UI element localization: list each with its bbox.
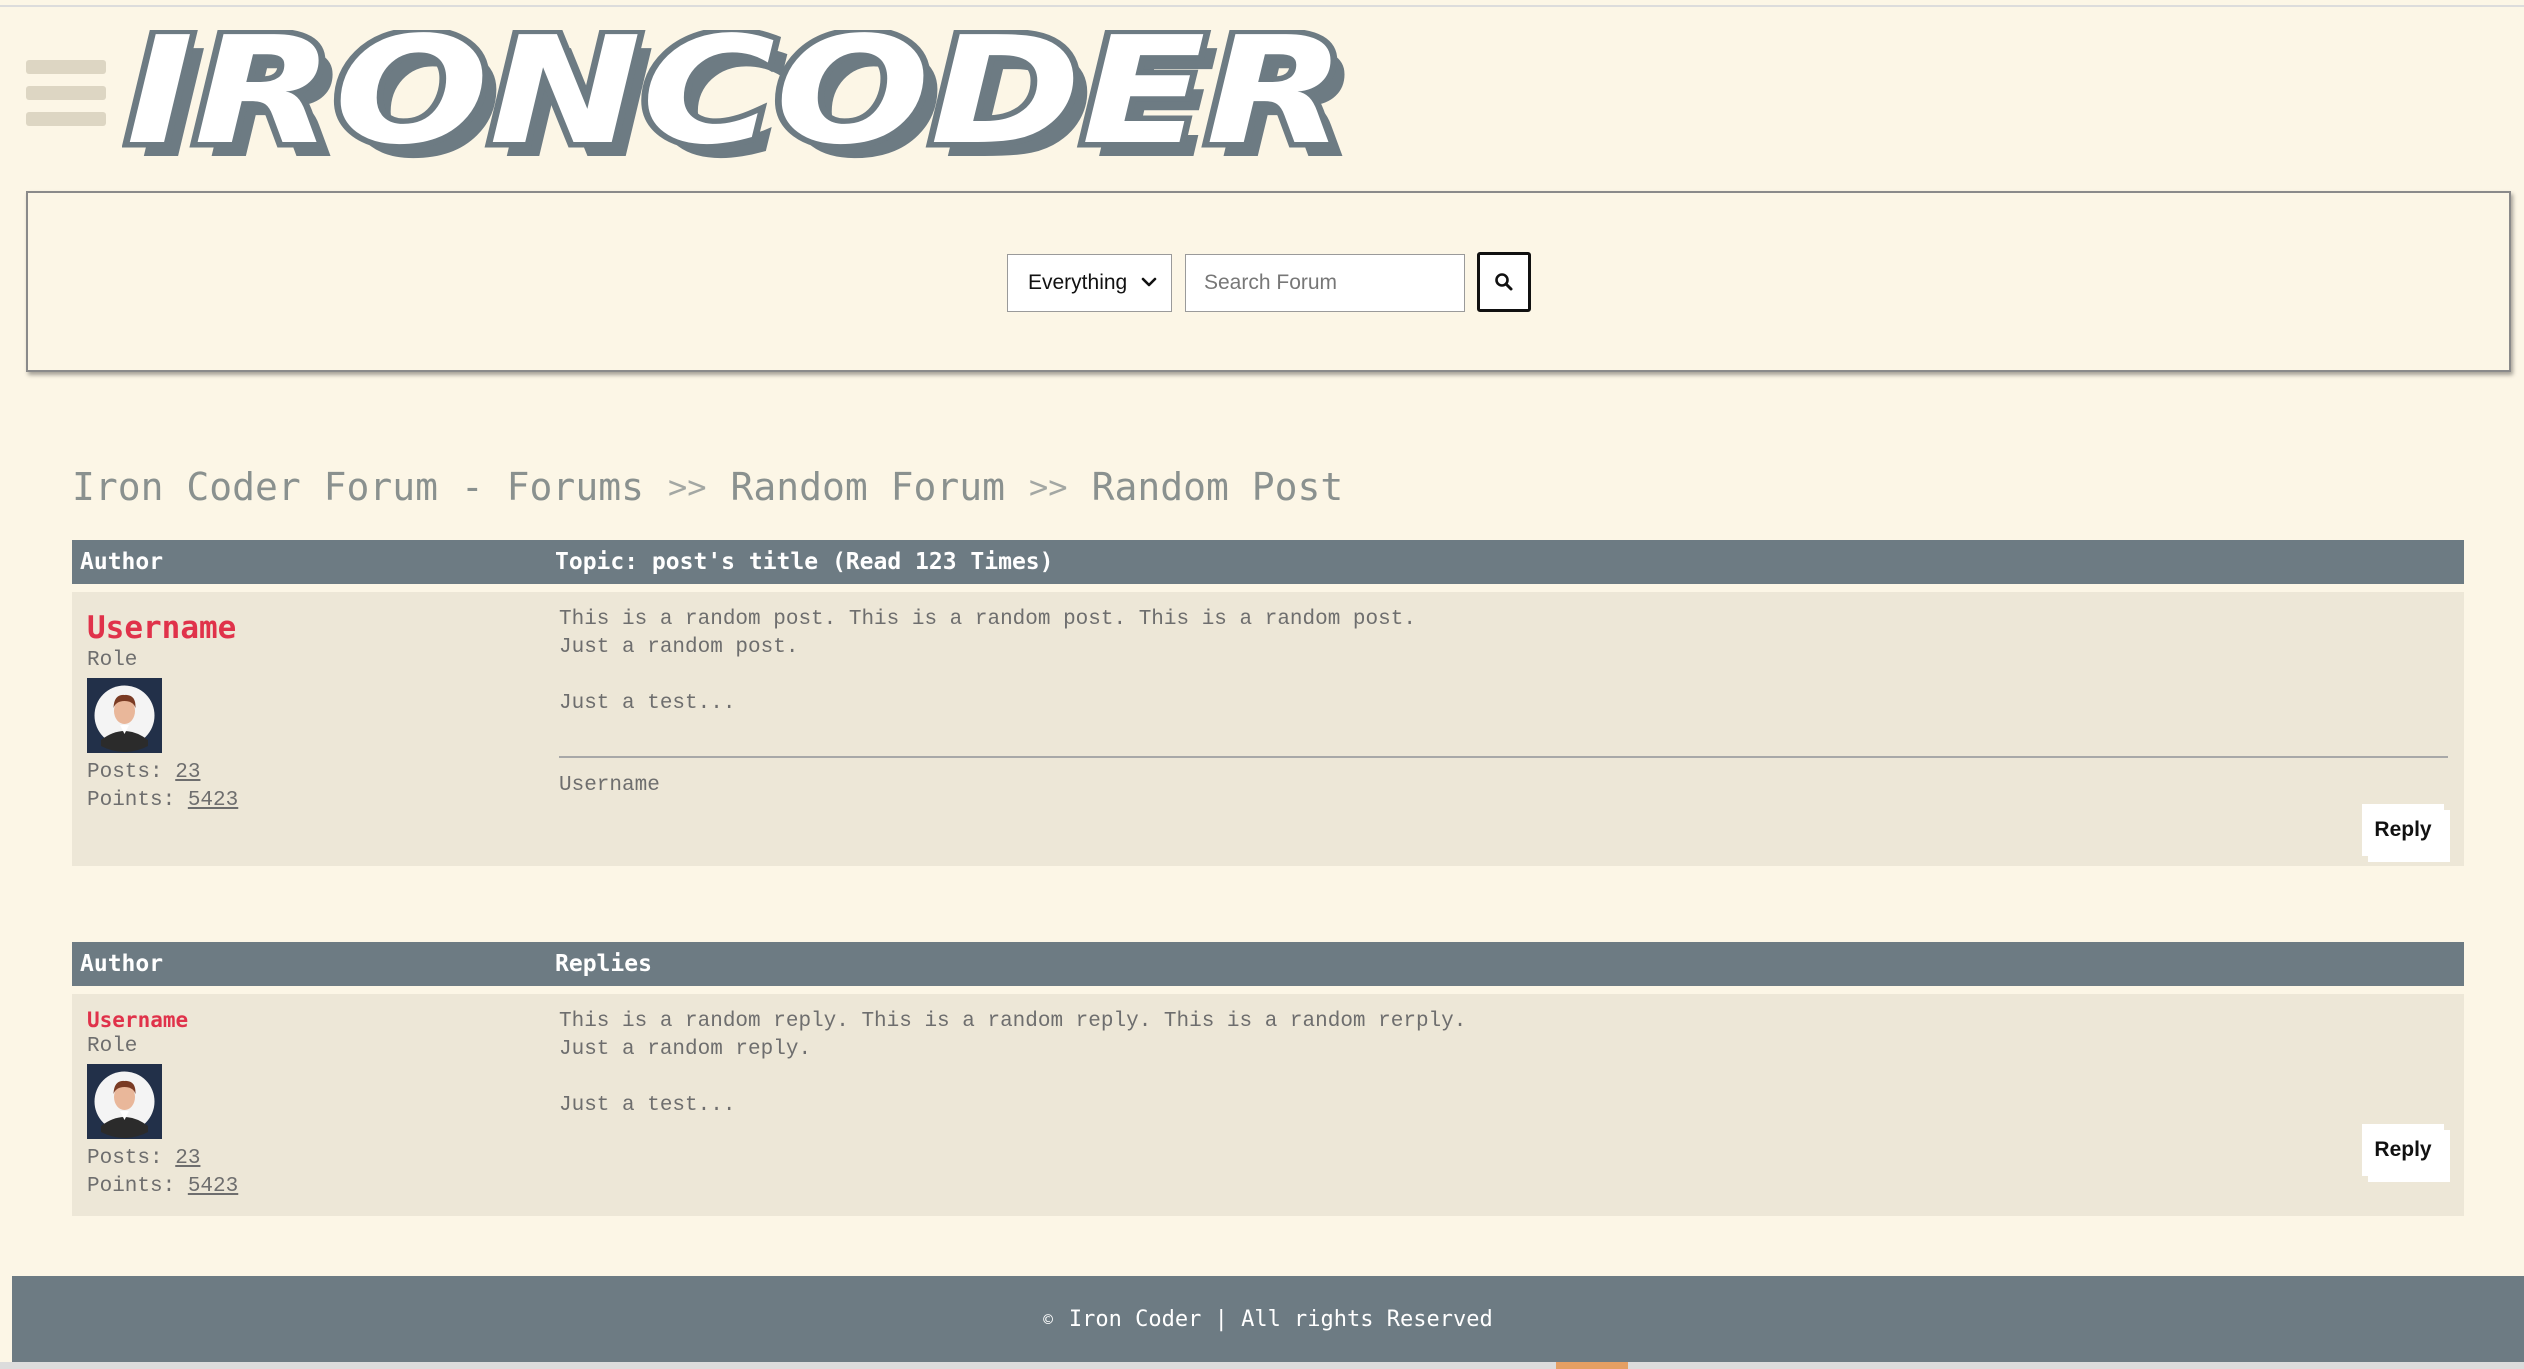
footer-text: Iron Coder | All rights Reserved bbox=[1068, 1306, 1493, 1332]
search-panel: Everything bbox=[26, 191, 2511, 372]
iron-coder-logo[interactable]: IRONCODER IRONCODER bbox=[122, 30, 1362, 160]
search-input[interactable] bbox=[1185, 254, 1465, 312]
logo-main-text: IRONCODER bbox=[126, 30, 1346, 160]
signature-divider bbox=[559, 756, 2448, 758]
breadcrumb-item-random-forum[interactable]: Random Forum bbox=[730, 465, 1005, 509]
avatar[interactable] bbox=[87, 1064, 162, 1139]
post-author-role: Role bbox=[87, 649, 138, 672]
copyright-symbol: © bbox=[1043, 1309, 1053, 1329]
posts-count-link[interactable]: 23 bbox=[175, 761, 200, 784]
search-icon bbox=[1495, 273, 1513, 291]
replies-table-header: Author Replies bbox=[72, 942, 2464, 986]
post-table: Author Topic: post's title (Read 123 Tim… bbox=[72, 540, 2464, 866]
topic-column-header: Topic: post's title (Read 123 Times) bbox=[555, 549, 1054, 575]
post-author-points: Points: 5423 bbox=[87, 789, 239, 812]
post-row: Username Role Posts: 23 Points: 5423 Thi… bbox=[72, 592, 2464, 866]
breadcrumb-item-random-post: Random Post bbox=[1091, 465, 1344, 509]
reply-author-block: Username Role Posts: 23 Points: 5423 bbox=[87, 1008, 238, 1201]
site-footer: © Iron Coder | All rights Reserved bbox=[12, 1276, 2524, 1362]
post-author-block: Username Role Posts: 23 Points: 5423 bbox=[87, 610, 238, 815]
points-count-link[interactable]: 5423 bbox=[188, 1175, 238, 1198]
search-button[interactable] bbox=[1477, 252, 1531, 312]
avatar[interactable] bbox=[87, 678, 162, 753]
reply-author-points: Points: 5423 bbox=[87, 1175, 239, 1198]
search-scope-value: Everything bbox=[1028, 271, 1128, 294]
post-content: This is a random post. This is a random … bbox=[559, 608, 1416, 715]
reply-button[interactable]: Reply bbox=[2362, 804, 2444, 856]
post-table-header: Author Topic: post's title (Read 123 Tim… bbox=[72, 540, 2464, 584]
breadcrumb-separator: >> bbox=[667, 468, 707, 506]
search-scope-select[interactable]: Everything bbox=[1007, 254, 1172, 312]
bottom-scroll-strip bbox=[0, 1362, 2524, 1369]
points-count-link[interactable]: 5423 bbox=[188, 789, 238, 812]
replies-column-header: Replies bbox=[555, 951, 652, 977]
reply-content: This is a random reply. This is a random… bbox=[559, 1010, 1467, 1117]
breadcrumb-item-forums[interactable]: Iron Coder Forum - Forums bbox=[72, 465, 644, 509]
breadcrumb: Iron Coder Forum - Forums >> Random Foru… bbox=[72, 462, 1343, 512]
reply-author-username[interactable]: Username bbox=[87, 1008, 238, 1032]
post-signature: Username bbox=[559, 774, 660, 797]
replies-table: Author Replies Username Role Posts: 23 P… bbox=[72, 942, 2464, 1216]
reply-author-role: Role bbox=[87, 1035, 138, 1058]
posts-count-link[interactable]: 23 bbox=[175, 1147, 200, 1170]
breadcrumb-separator: >> bbox=[1029, 468, 1068, 506]
reply-button[interactable]: Reply bbox=[2362, 1124, 2444, 1176]
chevron-down-icon bbox=[1141, 277, 1157, 287]
post-author-username[interactable]: Username bbox=[87, 610, 238, 646]
reply-row: Username Role Posts: 23 Points: 5423 Thi… bbox=[72, 994, 2464, 1216]
post-author-posts: Posts: 23 bbox=[87, 761, 201, 784]
hamburger-menu-icon[interactable] bbox=[26, 60, 106, 126]
site-header: IRONCODER IRONCODER bbox=[0, 0, 2524, 180]
reply-author-posts: Posts: 23 bbox=[87, 1147, 201, 1170]
author-column-header: Author bbox=[80, 549, 164, 575]
scroll-indicator[interactable] bbox=[1556, 1362, 1628, 1369]
author-column-header: Author bbox=[80, 951, 164, 977]
